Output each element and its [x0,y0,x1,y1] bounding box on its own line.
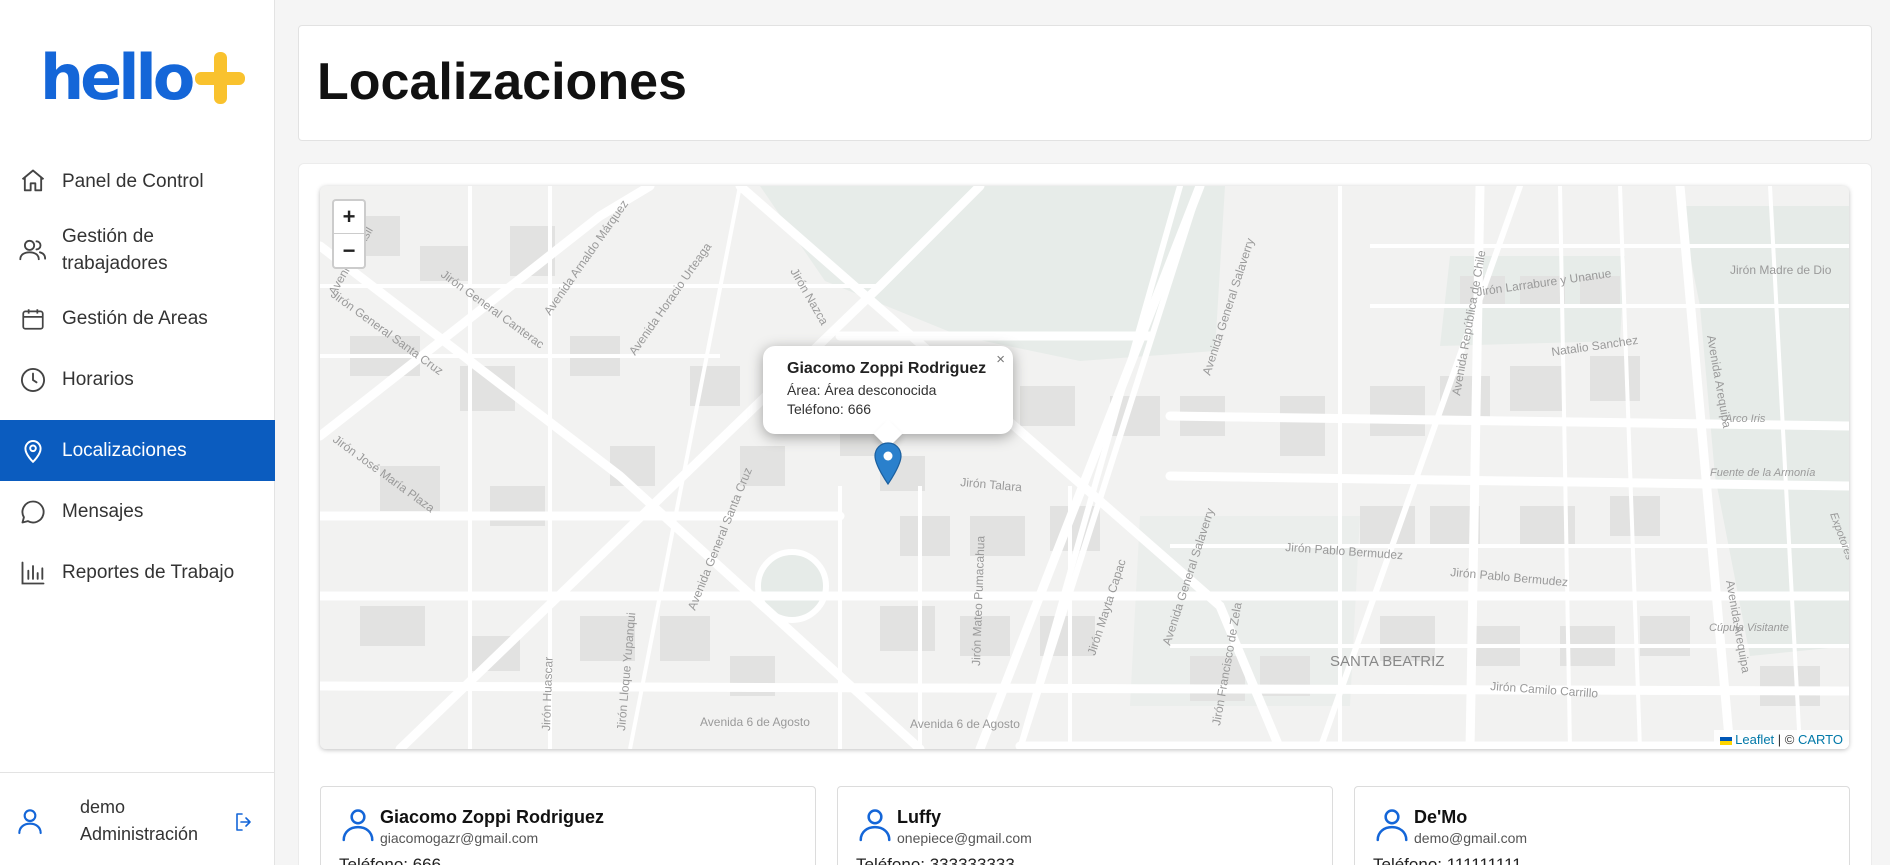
worker-card[interactable]: De'Mo demo@gmail.com Teléfono: 111111111 [1354,786,1850,865]
brand-logo[interactable]: hello [40,41,246,114]
sidebar-item-gestion-areas[interactable]: Gestión de Areas [0,288,275,349]
sidebar-item-label: Panel de Control [62,170,204,192]
worker-name: Luffy [897,807,941,827]
worker-email: onepiece@gmail.com [897,830,1032,846]
carto-link[interactable]: CARTO [1798,732,1843,747]
logo-plus-icon [195,52,246,104]
worker-name: Giacomo Zoppi Rodriguez [380,807,604,827]
worker-phone: Teléfono: 666 [339,855,442,865]
street-label: Jirón Huascar [539,657,556,731]
street-label: Avenida 6 de Agosto [700,715,810,729]
bar-chart-icon [18,558,48,588]
sidebar-item-label: Reportes de Trabajo [62,562,235,583]
page-title: Localizaciones [317,53,687,111]
users-icon [18,235,48,265]
user-icon [1373,805,1411,848]
user-icon [339,805,377,848]
sidebar-item-horarios[interactable]: Horarios [0,349,275,410]
user-icon [14,805,46,842]
user-role: Administración [80,824,199,844]
leaflet-link[interactable]: Leaflet [1735,732,1774,747]
sidebar-item-panel-de-control[interactable]: Panel de Control [0,150,275,212]
worker-name: De'Mo [1414,807,1468,827]
ukraine-flag-icon [1720,736,1733,745]
street-label: Jirón Madre de Dio [1730,263,1832,277]
sidebar-item-localizaciones[interactable]: Localizaciones [0,420,275,481]
worker-card[interactable]: Giacomo Zoppi Rodriguez giacomogazr@gmai… [320,786,816,865]
popup-phone: Teléfono: 666 [787,401,872,417]
map-marker-icon[interactable] [873,442,903,491]
calendar-icon [18,304,48,334]
map-poi: Arco Iris [1724,413,1766,425]
chat-icon [18,497,48,527]
worker-phone: Teléfono: 111111111 [1373,855,1522,865]
map-tiles: Avenida General Salaverry Jirón Larrabur… [320,186,1849,749]
worker-phone: Teléfono: 333333333 [856,855,1015,865]
sidebar: hello Panel de Control Gestión de trabaj… [0,0,275,865]
zoom-control: + − [332,199,366,269]
sidebar-item-reportes[interactable]: Reportes de Trabajo [0,542,275,603]
map-popup: × Giacomo Zoppi Rodriguez Área: Área des… [763,346,1013,434]
zoom-out-button[interactable]: − [334,234,364,267]
sidebar-item-label: Localizaciones [62,440,187,461]
home-icon [18,166,48,196]
sidebar-item-label: Gestión de trabajadores [62,226,168,274]
map-attribution: Leaflet | © CARTO [1714,730,1849,749]
sidebar-item-label: Mensajes [62,501,144,522]
user-name: demo [80,797,126,817]
sidebar-item-mensajes[interactable]: Mensajes [0,481,275,542]
worker-email: giacomogazr@gmail.com [380,830,539,846]
page-header: Localizaciones [298,25,1872,141]
logout-icon[interactable] [232,810,256,839]
map-poi: Fuente de la Armonía [1710,467,1815,479]
map[interactable]: Avenida General Salaverry Jirón Larrabur… [320,186,1849,749]
popup-close-button[interactable]: × [996,351,1005,368]
map-district-label: SANTA BEATRIZ [1330,653,1444,670]
street-label: Avenida 6 de Agosto [910,717,1020,731]
popup-area: Área: Área desconocida [787,382,937,398]
zoom-in-button[interactable]: + [334,201,364,234]
worker-card[interactable]: Luffy onepiece@gmail.com Teléfono: 33333… [837,786,1333,865]
map-poi: Cúpula Visitante [1709,622,1789,634]
attribution-separator: | © [1774,732,1798,747]
worker-email: demo@gmail.com [1414,830,1528,846]
sidebar-item-label: Horarios [62,369,134,390]
location-pin-icon [18,436,48,466]
sidebar-item-gestion-trabajadores[interactable]: Gestión de trabajadores [0,212,275,288]
clock-icon [18,365,48,395]
sidebar-item-label: Gestión de Areas [62,308,208,329]
logo-text: hello [40,41,195,114]
user-icon [856,805,894,848]
popup-name: Giacomo Zoppi Rodriguez [787,360,987,377]
